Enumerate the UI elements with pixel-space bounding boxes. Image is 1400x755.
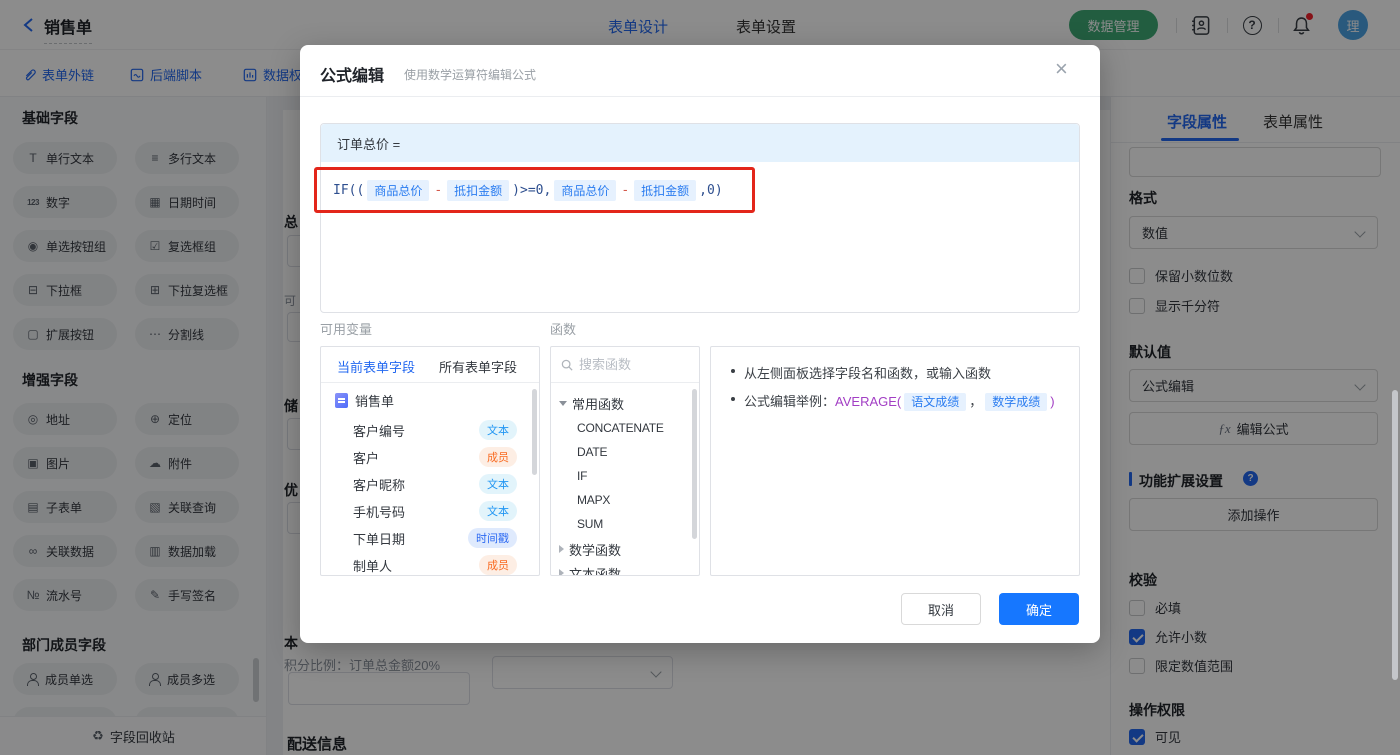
formula-code: ,0) — [699, 182, 723, 198]
variable-row[interactable]: 客户 成员 — [321, 444, 539, 470]
example-function-name: AVERAGE( — [835, 394, 902, 409]
tab-all-form-fields[interactable]: 所有表单字段 — [439, 357, 517, 376]
function-item[interactable]: IF — [551, 464, 699, 488]
field-token[interactable]: 抵扣金额 — [634, 179, 697, 201]
variable-row[interactable]: 下单日期 时间戳 — [321, 525, 539, 551]
variable-row[interactable]: 客户编号 文本 — [321, 417, 539, 443]
functions-scrollbar[interactable] — [692, 389, 697, 539]
variable-row[interactable]: 手机号码 文本 — [321, 498, 539, 524]
type-tag: 文本 — [479, 501, 517, 521]
function-group-text[interactable]: 文本函数 — [551, 561, 699, 575]
variables-tabs: 当前表单字段 所有表单字段 — [321, 347, 539, 383]
example-field-token: 语文成绩 — [904, 393, 967, 411]
function-group-common[interactable]: 常用函数 — [551, 391, 699, 415]
example-field-token: 数学成绩 — [985, 393, 1048, 411]
field-token[interactable]: 商品总价 — [554, 179, 617, 201]
field-token[interactable]: 商品总价 — [367, 179, 430, 201]
variables-panel: 当前表单字段 所有表单字段 销售单 客户编号 文本 客户 成员 客户昵称 文本 手机号… — [320, 346, 540, 576]
close-icon[interactable]: × — [1055, 58, 1068, 80]
hint-line-2: 公式编辑举例：AVERAGE(语文成绩，数学成绩) — [731, 391, 1055, 411]
functions-section-label: 函数 — [550, 322, 577, 337]
variable-row[interactable]: 制单人 成员 — [321, 552, 539, 575]
functions-panel: 常用函数 CONCATENATE DATE IF MAPX SUM 数学函数 文… — [550, 346, 700, 576]
formula-target: 订单总价 = — [337, 136, 401, 152]
operator-token: - — [621, 182, 630, 198]
function-item[interactable]: DATE — [551, 440, 699, 464]
formula-expression[interactable]: IF(( 商品总价 - 抵扣金额 )>=0, 商品总价 - 抵扣金额 ,0) — [333, 177, 723, 203]
tab-current-form-fields[interactable]: 当前表单字段 — [337, 357, 415, 376]
chevron-down-icon — [559, 400, 567, 406]
field-token[interactable]: 抵扣金额 — [447, 179, 510, 201]
formula-target-strip: 订单总价 = — [321, 124, 1079, 162]
formula-editor-box[interactable]: 订单总价 = — [320, 123, 1080, 313]
type-tag: 成员 — [479, 447, 517, 467]
type-tag: 时间戳 — [468, 528, 517, 548]
form-tree-root[interactable]: 销售单 — [335, 391, 394, 410]
variable-row[interactable]: 客户昵称 文本 — [321, 471, 539, 497]
function-item[interactable]: CONCATENATE — [551, 416, 699, 440]
type-tag: 文本 — [479, 474, 517, 494]
chevron-right-icon — [559, 569, 564, 575]
function-group-math[interactable]: 数学函数 — [551, 537, 699, 561]
variables-scrollbar[interactable] — [532, 389, 537, 475]
formula-code: )>=0, — [512, 182, 552, 198]
formula-editor-modal: 公式编辑 使用数学运算符编辑公式 × 订单总价 = IF(( 商品总价 - 抵扣… — [300, 45, 1100, 643]
search-icon — [561, 359, 573, 371]
cancel-button[interactable]: 取消 — [901, 593, 981, 625]
modal-subtitle: 使用数学运算符编辑公式 — [404, 68, 537, 82]
modal-title: 公式编辑 — [320, 68, 385, 85]
hint-line-1: 从左侧面板选择字段名和函数，或输入函数 — [731, 363, 991, 382]
form-doc-icon — [335, 393, 348, 408]
chevron-right-icon — [559, 545, 564, 553]
search-function-input[interactable] — [579, 357, 679, 372]
operator-token: - — [434, 182, 443, 198]
function-search — [551, 347, 699, 383]
formula-code: IF(( — [333, 182, 365, 198]
modal-header: 公式编辑 使用数学运算符编辑公式 × — [300, 45, 1100, 97]
function-item[interactable]: MAPX — [551, 488, 699, 512]
type-tag: 文本 — [479, 420, 517, 440]
type-tag: 成员 — [479, 555, 517, 575]
properties-scrollbar[interactable] — [1392, 390, 1398, 680]
confirm-button[interactable]: 确定 — [999, 593, 1079, 625]
formula-help-panel: 从左侧面板选择字段名和函数，或输入函数 公式编辑举例：AVERAGE(语文成绩，… — [710, 346, 1080, 576]
variables-section-label: 可用变量 — [320, 322, 373, 337]
function-item[interactable]: SUM — [551, 512, 699, 536]
